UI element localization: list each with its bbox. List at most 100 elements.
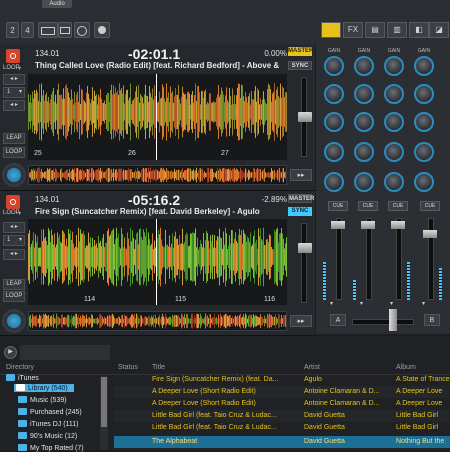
deck-b-loop-size[interactable]: 1 ▾ <box>3 235 25 246</box>
crossfader-handle[interactable] <box>389 309 397 331</box>
preview-player[interactable] <box>20 345 110 360</box>
fader-down-icon[interactable]: ▾ <box>422 300 425 307</box>
tree-item-itunes[interactable]: iTunes <box>6 374 39 382</box>
column-header-directory[interactable]: Directory <box>6 364 34 371</box>
layout-4-button[interactable]: 4 <box>21 22 34 38</box>
tree-item-top-rated[interactable]: My Top Rated (7) <box>18 444 84 452</box>
mixer-knob[interactable] <box>384 172 404 192</box>
mixer-tab-grid-icon[interactable] <box>321 22 341 38</box>
mixer-knob[interactable] <box>354 142 374 162</box>
view-compact-icon[interactable] <box>58 22 72 38</box>
mixer-knob[interactable] <box>414 56 434 76</box>
table-row[interactable]: A Deeper Love (Short Radio Edit) Antoine … <box>114 386 450 398</box>
deck-b-sync-button[interactable]: SYNC <box>288 207 312 216</box>
deck-a-platter-icon[interactable] <box>2 163 26 187</box>
deck-b-waveform[interactable]: 114 115 116 <box>28 219 287 305</box>
view-mode-icon[interactable] <box>38 22 58 38</box>
deck-a-record-button[interactable] <box>6 49 20 63</box>
mixer-knob[interactable] <box>324 172 344 192</box>
deck-b-pitch-fader-handle[interactable] <box>298 243 312 253</box>
mixer-knob[interactable] <box>324 56 344 76</box>
deck-a-waveform[interactable]: 25 26 27 <box>28 74 287 160</box>
mixer-knob[interactable] <box>414 84 434 104</box>
deck-a-leap-button[interactable]: LEAP <box>3 133 25 144</box>
deck-a-pitch-fader-handle[interactable] <box>298 112 312 122</box>
deck-a-loop-in-icon[interactable]: ◂ ▸ <box>3 74 25 85</box>
cue-button[interactable]: CUE <box>358 201 378 211</box>
deck-b-fast-forward-icon[interactable]: ▸▸ <box>290 315 312 327</box>
column-header-title[interactable]: Title <box>152 364 165 371</box>
audio-tab[interactable]: Audio <box>42 0 72 8</box>
fader-down-icon[interactable]: ▾ <box>390 300 393 307</box>
column-header-album[interactable]: Album <box>396 364 416 371</box>
deck-b-platter-icon[interactable] <box>2 309 26 333</box>
deck-b-overview[interactable] <box>28 311 287 331</box>
deck-b-beat-jump-icon[interactable]: ◂ ▸ <box>3 249 25 260</box>
tree-item-purchased[interactable]: Purchased (245) <box>18 408 82 416</box>
crossfader[interactable] <box>352 319 414 325</box>
preview-play-icon[interactable]: ▶ <box>4 346 17 359</box>
column-header-status[interactable]: Status <box>118 364 138 371</box>
settings-icon[interactable] <box>94 22 110 38</box>
deck-a-fast-forward-icon[interactable]: ▸▸ <box>290 169 312 181</box>
mixer-knob[interactable] <box>414 112 434 132</box>
mixer-knob[interactable] <box>414 142 434 162</box>
channel-fader[interactable] <box>366 218 372 300</box>
channel-fader-handle[interactable] <box>361 221 375 229</box>
channel-fader-handle[interactable] <box>391 221 405 229</box>
table-row[interactable]: Fire Sign (Suncatcher Remix) (feat. Da..… <box>114 374 450 386</box>
deck-b-pitch-fader[interactable] <box>301 223 307 303</box>
mixer-tab-chart-icon[interactable]: ◪ <box>429 22 449 38</box>
mixer-knob[interactable] <box>384 56 404 76</box>
fader-down-icon[interactable]: ▾ <box>360 300 363 307</box>
dropdown-icon[interactable]: ▾ <box>18 65 21 72</box>
cue-button[interactable]: CUE <box>328 201 348 211</box>
mixer-knob[interactable] <box>324 112 344 132</box>
record-icon[interactable] <box>74 22 90 38</box>
mixer-knob[interactable] <box>384 112 404 132</box>
mixer-knob[interactable] <box>384 142 404 162</box>
mixer-knob[interactable] <box>384 84 404 104</box>
deck-a-overview[interactable] <box>28 165 287 185</box>
deck-b-leap-button[interactable]: LEAP <box>3 279 25 290</box>
channel-fader-handle[interactable] <box>331 221 345 229</box>
mixer-tab-sampler-icon[interactable]: ▥ <box>387 22 407 38</box>
mixer-tab-keypad-icon[interactable]: ▤ <box>365 22 385 38</box>
crossfader-b-button[interactable]: B <box>424 314 440 326</box>
deck-a-loop-size[interactable]: 1 ▾ <box>3 87 25 98</box>
deck-a-loop-button[interactable]: LOOP <box>3 147 25 158</box>
deck-b-loop-button[interactable]: LOOP <box>3 291 25 302</box>
mixer-knob[interactable] <box>354 56 374 76</box>
deck-a-beat-jump-icon[interactable]: ◂ ▸ <box>3 100 25 111</box>
channel-fader[interactable] <box>336 218 342 300</box>
mixer-knob[interactable] <box>354 172 374 192</box>
tree-item-itunes-dj[interactable]: iTunes DJ (111) <box>18 420 79 428</box>
cue-button[interactable]: CUE <box>420 201 440 211</box>
layout-2-button[interactable]: 2 <box>6 22 19 38</box>
table-row[interactable]: Little Bad Girl (feat. Taio Cruz & Ludac… <box>114 410 450 422</box>
deck-a-sync-button[interactable]: SYNC <box>288 61 312 70</box>
deck-a-master-button[interactable]: MASTER <box>288 47 313 56</box>
tree-item-library[interactable]: Library (540) <box>14 384 74 392</box>
crossfader-a-button[interactable]: A <box>330 314 346 326</box>
deck-b-record-button[interactable] <box>6 195 20 209</box>
cue-button[interactable]: CUE <box>388 201 408 211</box>
mixer-knob[interactable] <box>414 172 434 192</box>
mixer-knob[interactable] <box>324 84 344 104</box>
column-header-artist[interactable]: Artist <box>304 364 320 371</box>
mixer-knob[interactable] <box>324 142 344 162</box>
deck-b-loop-in-icon[interactable]: ◂ ▸ <box>3 222 25 233</box>
channel-fader-handle[interactable] <box>423 230 437 238</box>
table-row-selected[interactable]: The Alphabeat David Guetta Nothing But the <box>114 436 450 448</box>
channel-fader[interactable] <box>396 218 402 300</box>
tree-scrollbar[interactable] <box>100 376 108 450</box>
fader-down-icon[interactable]: ▾ <box>330 300 333 307</box>
deck-b-master-button[interactable]: MASTER <box>288 194 314 203</box>
table-row[interactable]: A Deeper Love (Short Radio Edit) Antoine … <box>114 398 450 410</box>
tree-item-music[interactable]: Music (539) <box>18 396 67 404</box>
mixer-tab-loop-icon[interactable]: ◧ <box>409 22 429 38</box>
mixer-tab-fx[interactable]: FX <box>343 22 363 38</box>
mixer-knob[interactable] <box>354 84 374 104</box>
table-row[interactable]: Little Bad Girl (feat. Taio Cruz & Ludac… <box>114 422 450 434</box>
dropdown-icon[interactable]: ▾ <box>18 210 21 217</box>
